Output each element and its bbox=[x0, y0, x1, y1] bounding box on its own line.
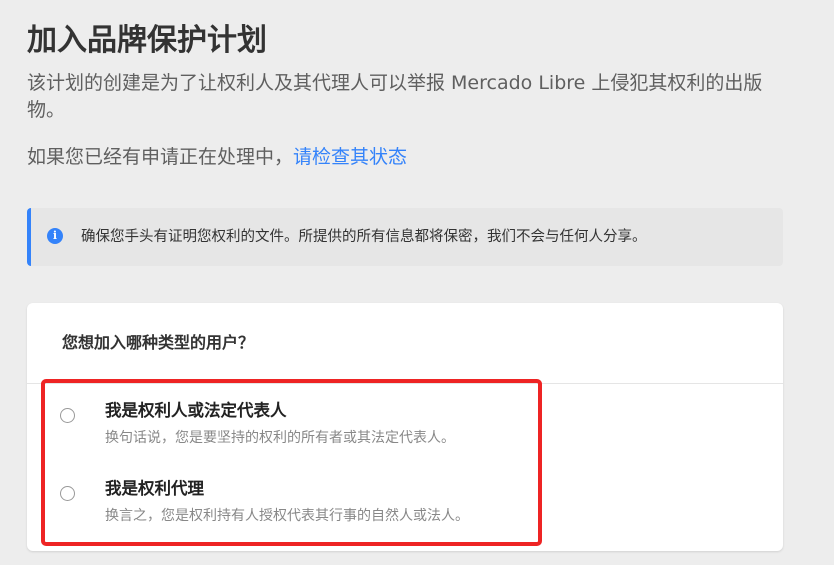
info-notice: i 确保您手头有证明您权利的文件。所提供的所有信息都将保密，我们不会与任何人分享… bbox=[27, 208, 783, 266]
program-intro: 该计划的创建是为了让权利人及其代理人可以举报 Mercado Libre 上侵犯… bbox=[27, 72, 763, 121]
card-divider bbox=[27, 383, 783, 384]
option-title: 我是权利代理 bbox=[105, 479, 204, 498]
option-description: 换言之，您是权利持有人授权代表其行事的自然人或法人。 bbox=[105, 508, 469, 524]
pending-request-text: 如果您已经有申请正在处理中， bbox=[27, 146, 294, 168]
check-status-link[interactable]: 请检查其状态 bbox=[293, 146, 407, 168]
option-rights-holder[interactable]: 我是权利人或法定代表人 换句话说，您是要坚持的权利的所有者或其法定代表人。 bbox=[27, 393, 783, 463]
option-rights-agent[interactable]: 我是权利代理 换言之，您是权利持有人授权代表其行事的自然人或法人。 bbox=[27, 471, 783, 541]
user-type-question: 您想加入哪种类型的用户？ bbox=[62, 333, 255, 352]
info-icon: i bbox=[47, 228, 63, 244]
page-title: 加入品牌保护计划 bbox=[27, 23, 267, 58]
pending-request-line: 如果您已经有申请正在处理中，请检查其状态 bbox=[27, 144, 407, 171]
radio-rights-agent[interactable] bbox=[60, 486, 75, 501]
radio-rights-holder[interactable] bbox=[60, 408, 75, 423]
notice-text: 确保您手头有证明您权利的文件。所提供的所有信息都将保密，我们不会与任何人分享。 bbox=[81, 229, 647, 245]
option-title: 我是权利人或法定代表人 bbox=[105, 401, 287, 420]
option-description: 换句话说，您是要坚持的权利的所有者或其法定代表人。 bbox=[105, 430, 455, 446]
user-type-card: 您想加入哪种类型的用户？ 我是权利人或法定代表人 换句话说，您是要坚持的权利的所… bbox=[27, 303, 783, 551]
